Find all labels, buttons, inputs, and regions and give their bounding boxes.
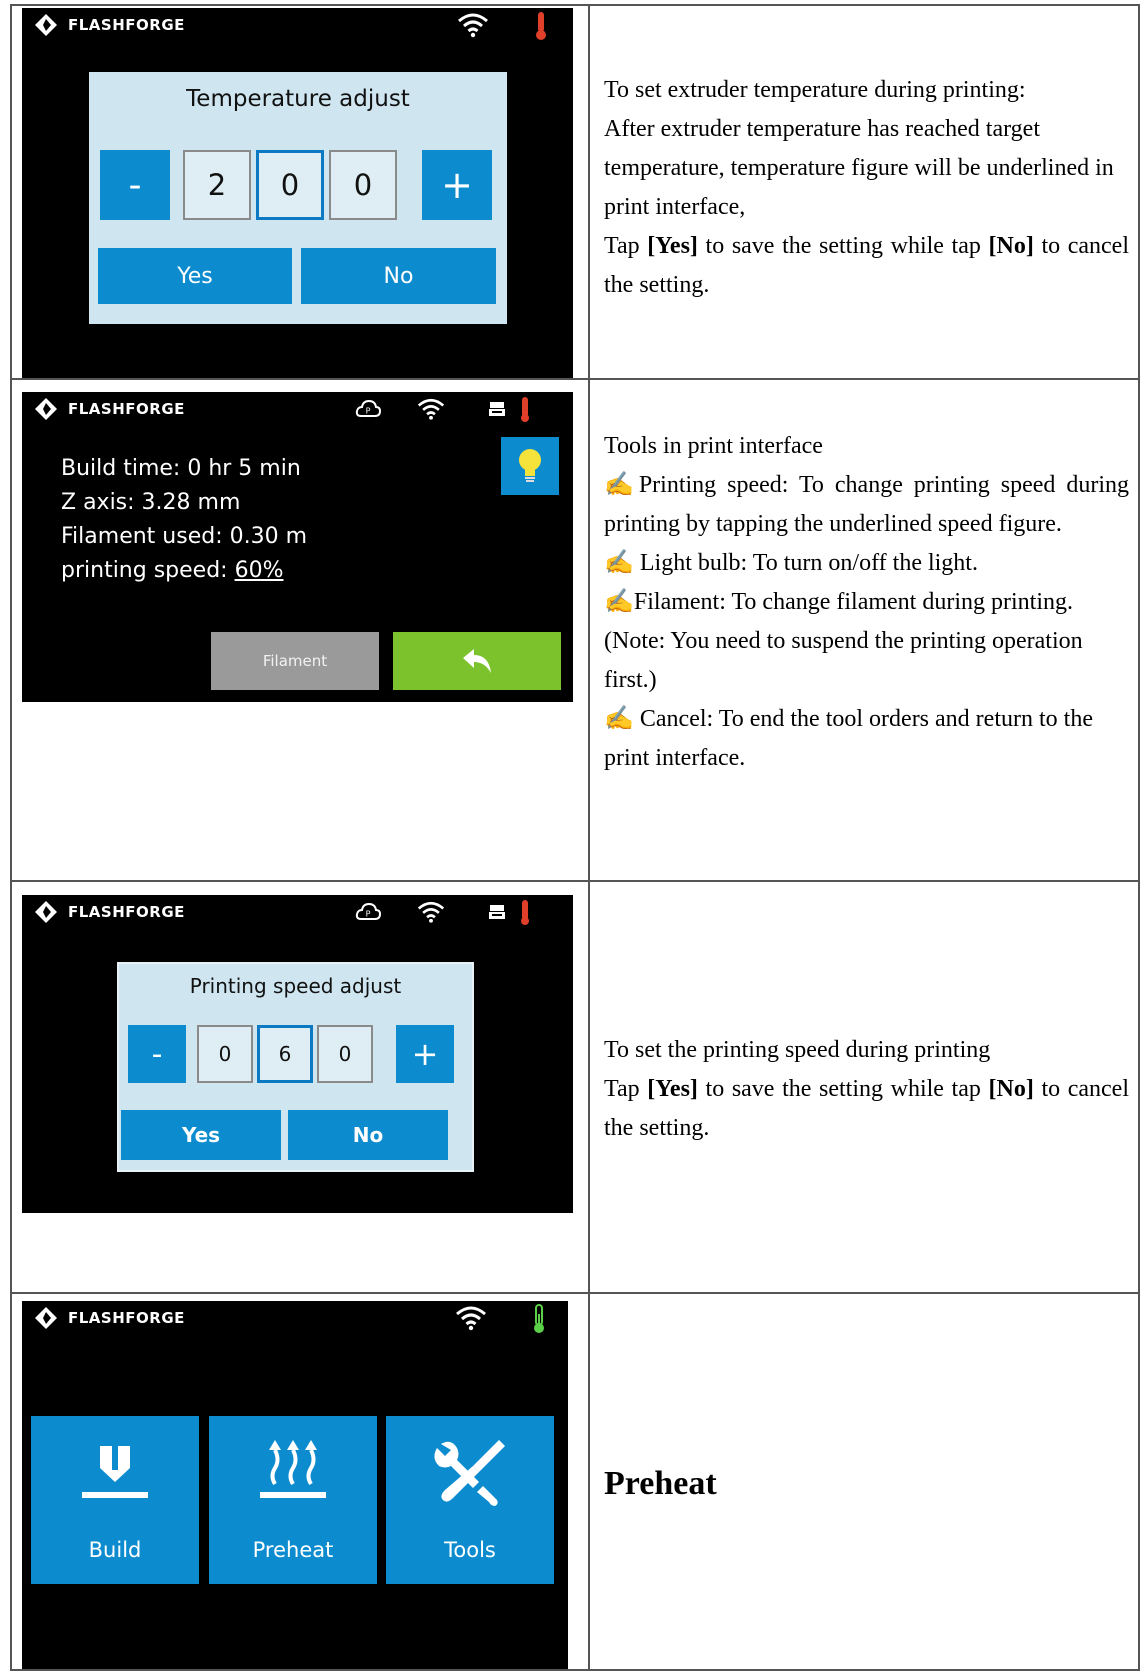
- decrement-button[interactable]: -: [100, 150, 170, 220]
- desc-bullet: ✍Filament: To change filament during pri…: [604, 589, 1083, 693]
- light-toggle-button[interactable]: [501, 437, 559, 495]
- row-divider-3: [10, 1292, 1140, 1294]
- z-axis: Z axis: 3.28 mm: [61, 490, 241, 515]
- back-arrow-icon: [463, 649, 491, 673]
- brand-name: FLASHFORGE: [68, 903, 185, 921]
- brand-name: FLASHFORGE: [68, 1309, 185, 1327]
- cloud-p-icon: P: [355, 902, 381, 920]
- brand-name: FLASHFORGE: [68, 16, 185, 34]
- screen-temperature-adjust: FLASHFORGE Temperature adjust - 2 0 0 + …: [22, 8, 573, 378]
- wifi-icon: [458, 13, 488, 38]
- preheat-tile[interactable]: Preheat: [209, 1416, 377, 1584]
- status-bar: FLASHFORGE P: [22, 895, 573, 929]
- decrement-button[interactable]: -: [128, 1025, 186, 1083]
- printing-speed: printing speed: 60%: [61, 554, 307, 588]
- description-speed: To set the printing speed during printin…: [604, 1031, 1129, 1148]
- desc-bullet: ✍ Cancel: To end the tool orders and ret…: [604, 706, 1093, 771]
- increment-button[interactable]: +: [422, 150, 492, 220]
- row-divider-1: [10, 378, 1140, 380]
- printing-speed-value[interactable]: 60%: [235, 558, 284, 583]
- wifi-icon: [417, 901, 445, 923]
- yes-button[interactable]: Yes: [121, 1110, 281, 1160]
- table-border-top: [10, 4, 1140, 6]
- digit-hundreds[interactable]: 0: [197, 1025, 253, 1083]
- brand-logo-icon: [35, 398, 57, 420]
- brand-logo-icon: [35, 1307, 57, 1329]
- screen-speed-adjust: FLASHFORGE P Printing speed adjust - 0 6…: [22, 895, 573, 1213]
- thermometer-icon: [534, 1304, 544, 1333]
- cloud-p-icon: P: [355, 399, 381, 417]
- yes-button[interactable]: Yes: [98, 248, 292, 304]
- wifi-icon: [417, 398, 445, 420]
- digit-hundreds[interactable]: 2: [183, 150, 251, 220]
- brand-logo-icon: [35, 14, 57, 36]
- wifi-icon: [456, 1306, 486, 1331]
- svg-text:P: P: [366, 407, 371, 416]
- column-divider: [588, 4, 590, 1671]
- temperature-dialog: Temperature adjust - 2 0 0 + Yes No: [89, 72, 507, 324]
- no-button[interactable]: No: [301, 248, 496, 304]
- speed-dialog: Printing speed adjust - 0 6 0 + Yes No: [117, 962, 474, 1172]
- desc-title: Tools in print interface: [604, 433, 823, 459]
- svg-text:P: P: [366, 910, 371, 919]
- printer-icon: [489, 905, 505, 919]
- back-button[interactable]: [393, 632, 561, 690]
- screen-home: FLASHFORGE Build Preheat Tools: [22, 1301, 568, 1669]
- tile-label: Build: [88, 1538, 142, 1562]
- table-border-bottom: [10, 1669, 1140, 1671]
- thermometer-icon: [521, 397, 529, 422]
- row-divider-2: [10, 880, 1140, 882]
- desc-line: Tap [Yes] to save the setting while tap …: [604, 1076, 1130, 1141]
- digit-tens[interactable]: 0: [256, 150, 324, 220]
- build-tile[interactable]: Build: [31, 1416, 199, 1584]
- no-button[interactable]: No: [288, 1110, 448, 1160]
- lightbulb-icon: [519, 449, 541, 482]
- preheat-icon: [260, 1440, 326, 1498]
- table-border-left: [10, 4, 12, 1671]
- tools-tile[interactable]: Tools: [386, 1416, 554, 1584]
- desc-bullet: ✍ Light bulb: To turn on/off the light.: [604, 550, 978, 576]
- thermometer-icon: [521, 900, 529, 925]
- desc-line: To set extruder temperature during print…: [604, 77, 1026, 103]
- brand-name: FLASHFORGE: [68, 400, 185, 418]
- brand-logo-icon: [35, 901, 57, 923]
- printer-icon: [489, 402, 505, 416]
- digit-ones[interactable]: 0: [329, 150, 397, 220]
- description-tools: Tools in print interface ✍Printing speed…: [604, 427, 1129, 778]
- brand: FLASHFORGE: [34, 397, 185, 421]
- dialog-title: Printing speed adjust: [189, 974, 402, 998]
- build-icon: [82, 1440, 148, 1498]
- desc-bullet: ✍Printing speed: To change printing spee…: [604, 472, 1129, 537]
- desc-line: Tap [Yes] to save the setting while tap …: [604, 233, 1130, 298]
- desc-line: After extruder temperature has reached t…: [604, 116, 1114, 220]
- description-temperature: To set extruder temperature during print…: [604, 71, 1129, 305]
- brand: FLASHFORGE: [34, 13, 185, 37]
- status-bar: FLASHFORGE P: [22, 392, 573, 426]
- increment-button[interactable]: +: [396, 1025, 454, 1083]
- tile-label: Tools: [444, 1538, 496, 1562]
- tools-icon: [434, 1440, 505, 1506]
- status-bar: FLASHFORGE: [22, 1301, 568, 1335]
- section-title: Preheat: [604, 1465, 717, 1502]
- digit-ones[interactable]: 0: [317, 1025, 373, 1083]
- table-border-right: [1138, 4, 1140, 1671]
- status-bar: FLASHFORGE: [22, 8, 573, 42]
- build-time: Build time: 0 hr 5 min: [61, 456, 301, 481]
- digit-tens[interactable]: 6: [257, 1025, 313, 1083]
- tile-label: Preheat: [252, 1538, 334, 1562]
- desc-line: To set the printing speed during printin…: [604, 1037, 991, 1063]
- brand: FLASHFORGE: [34, 1306, 185, 1330]
- filament-button[interactable]: Filament: [211, 632, 379, 690]
- screen-print-tools: FLASHFORGE P Build time: 0 hr 5 min Z ax…: [22, 392, 573, 702]
- print-info: Build time: 0 hr 5 min Z axis: 3.28 mm F…: [61, 452, 307, 588]
- printing-speed-label: printing speed:: [61, 558, 235, 583]
- dialog-title: Temperature adjust: [186, 86, 410, 112]
- thermometer-icon: [536, 12, 546, 40]
- filament-used: Filament used: 0.30 m: [61, 524, 308, 549]
- brand: FLASHFORGE: [34, 900, 185, 924]
